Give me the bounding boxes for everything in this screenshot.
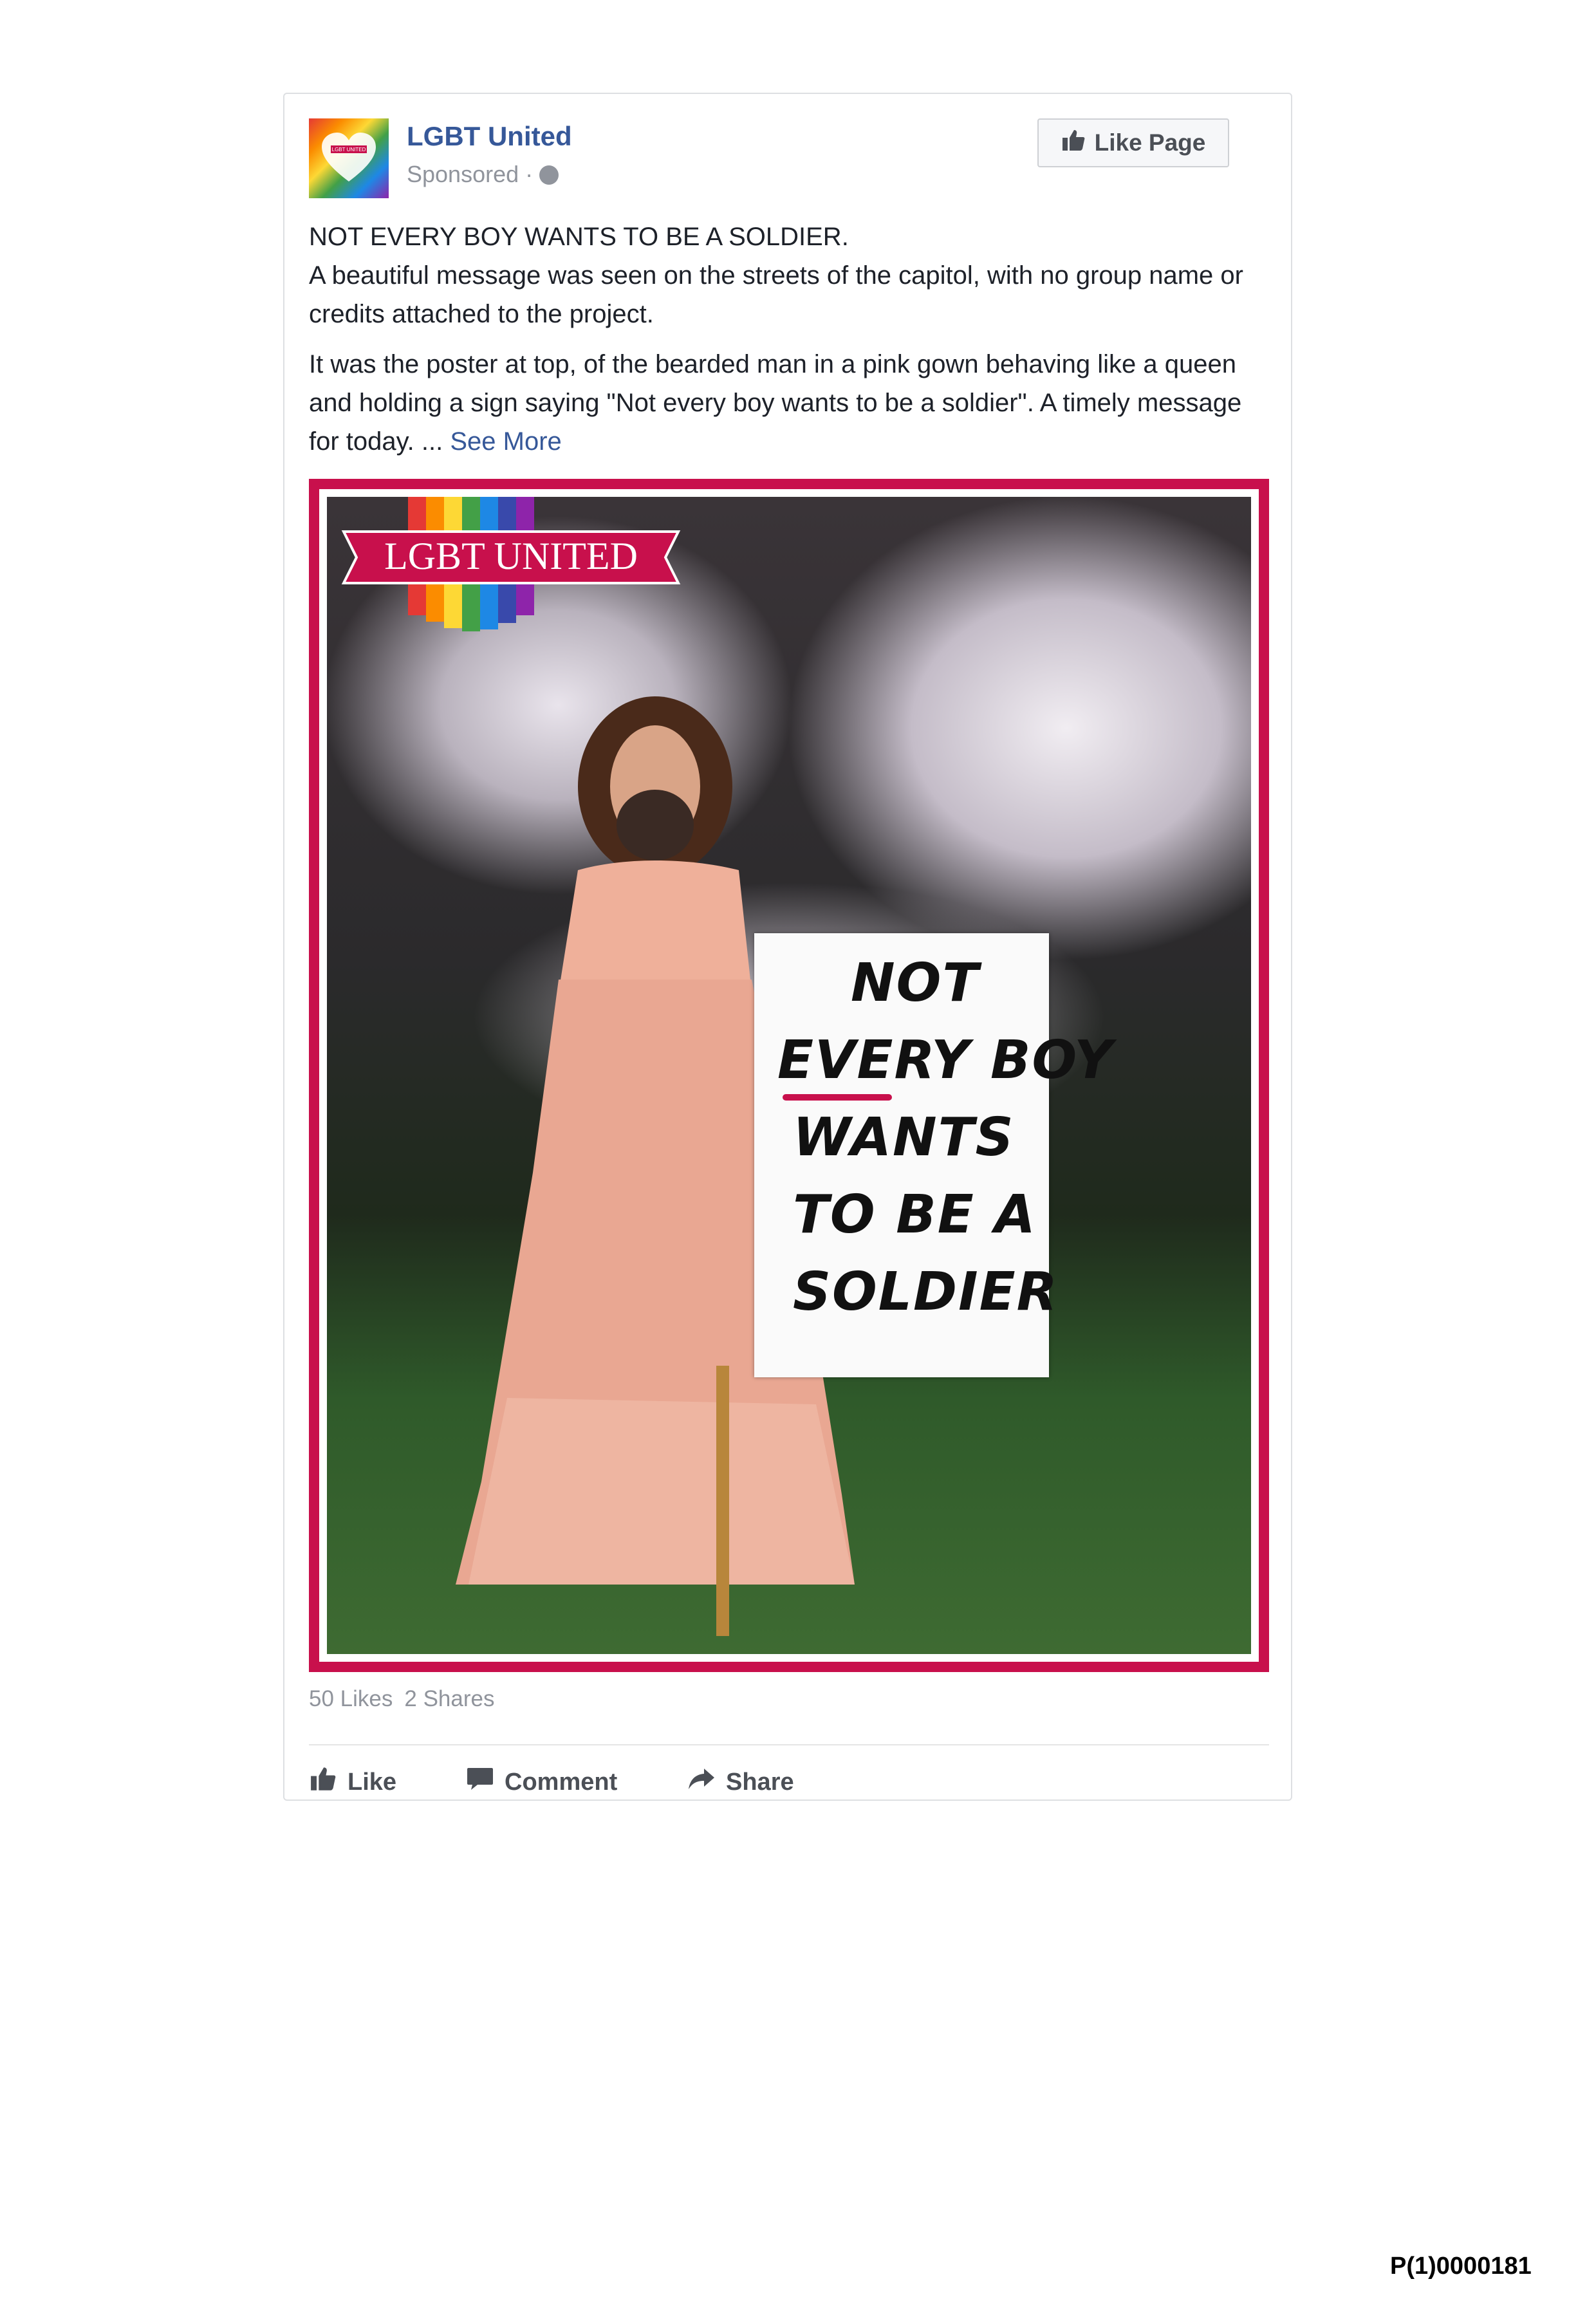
actions-divider [309,1744,1269,1745]
post-paragraph2-text: It was the poster at top, of the bearded… [309,350,1242,456]
post-line2: A beautiful message was seen on the stre… [309,261,1243,328]
post-card: LGBT UNITED LGBT United Sponsored · Like… [283,93,1292,1801]
see-more-link[interactable]: See More [450,427,561,456]
protest-sign: NOT EVERY BOY WANTS TO BE A SOLDIER [754,933,1113,1377]
avatar-text: LGBT UNITED [332,147,366,153]
share-arrow-icon [687,1766,716,1798]
sign-line-5: SOLDIER [793,1261,1059,1323]
comment-icon [466,1765,494,1799]
comment-label: Comment [505,1768,618,1796]
like-page-button[interactable]: Like Page [1037,118,1229,167]
globe-icon[interactable] [539,165,559,185]
like-button[interactable]: Like [309,1760,396,1805]
page-name-link[interactable]: LGBT United [407,121,572,152]
sign-line-4: TO BE A [793,1184,1037,1245]
thumbs-up-icon [1061,129,1086,158]
post-image-frame: LGBT UNITED NOT EVERY BOY WANTS TO BE A … [319,489,1259,1662]
comment-button[interactable]: Comment [466,1760,617,1805]
like-label: Like [348,1768,397,1796]
underline-mark [783,1094,892,1101]
post-stats: 50 Likes 2 Shares [309,1686,506,1712]
post-image[interactable]: LGBT UNITED NOT EVERY BOY WANTS TO BE A … [309,479,1269,1672]
post-body: NOT EVERY BOY WANTS TO BE A SOLDIER. A b… [309,218,1268,461]
thumbs-up-icon [309,1766,337,1798]
likes-count[interactable]: 50 Likes [309,1686,393,1711]
share-label: Share [726,1768,794,1796]
share-button[interactable]: Share [687,1760,794,1805]
page-avatar[interactable]: LGBT UNITED [309,118,389,198]
sponsored-meta: Sponsored · [407,161,559,188]
poster-logo-text: LGBT UNITED [384,535,638,577]
sign-line-2: EVERY BOY [777,1030,1114,1091]
shares-count[interactable]: 2 Shares [404,1686,494,1711]
like-page-label: Like Page [1094,129,1206,156]
poster-photo: LGBT UNITED NOT EVERY BOY WANTS TO BE A … [327,497,1251,1654]
sign-line-1: NOT [851,953,980,1014]
post-paragraph2: It was the poster at top, of the bearded… [309,345,1268,461]
sign-line-3: WANTS [793,1107,1015,1168]
post-headline: NOT EVERY BOY WANTS TO BE A SOLDIER. [309,223,849,251]
sponsored-label: Sponsored · [407,161,540,187]
document-id: P(1)0000181 [1390,2253,1532,2280]
